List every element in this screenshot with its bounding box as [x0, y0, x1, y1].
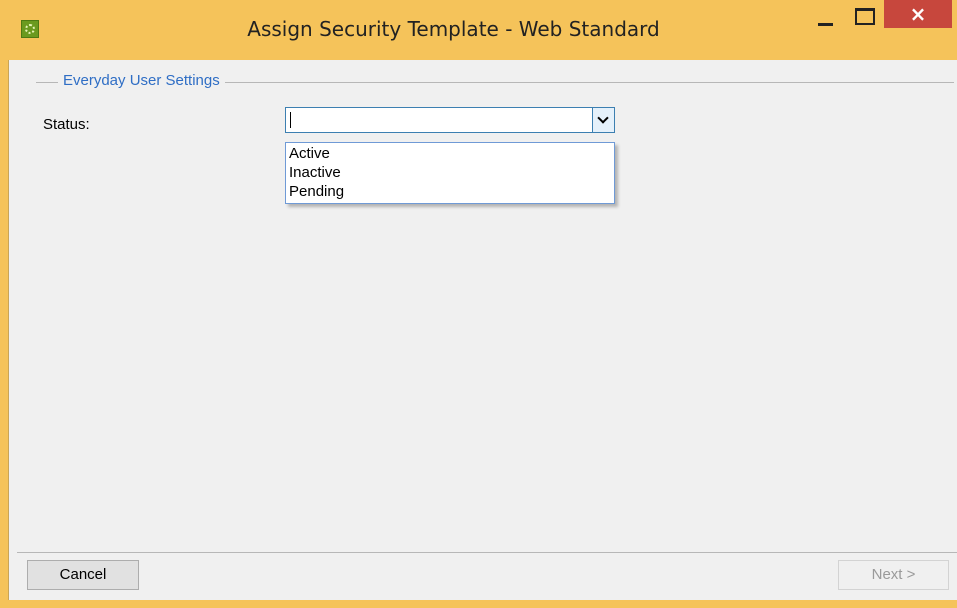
status-dropdown-list[interactable]: Active Inactive Pending [285, 142, 615, 204]
chevron-down-icon[interactable] [592, 108, 614, 132]
dropdown-option-active[interactable]: Active [289, 144, 609, 163]
footer-divider [17, 552, 957, 553]
groupbox-title: Everyday User Settings [58, 72, 225, 89]
text-caret [290, 112, 291, 128]
cancel-button[interactable]: Cancel [27, 560, 139, 590]
title-bar[interactable]: Assign Security Template - Web Standard … [0, 0, 957, 60]
status-combobox[interactable] [285, 107, 615, 133]
dialog-client-area: Everyday User Settings Status: Active In… [8, 60, 957, 600]
dropdown-option-inactive[interactable]: Inactive [289, 163, 609, 182]
next-button[interactable]: Next > [838, 560, 949, 590]
dropdown-option-pending[interactable]: Pending [289, 182, 609, 201]
maximize-icon[interactable] [852, 6, 878, 30]
close-icon[interactable]: × [884, 0, 952, 28]
minimize-icon[interactable] [814, 6, 840, 30]
dialog-window: Assign Security Template - Web Standard … [0, 0, 957, 608]
window-bottom-border [8, 600, 957, 608]
status-label: Status: [43, 116, 90, 133]
